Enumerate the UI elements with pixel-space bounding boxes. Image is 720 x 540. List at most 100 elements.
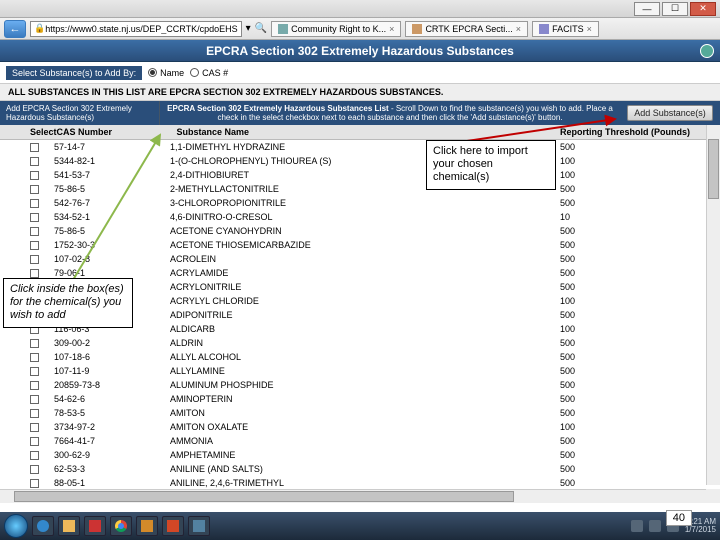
table-row: 7664-41-7AMMONIA500 [0,434,720,448]
cell-cas: 88-05-1 [50,478,170,488]
taskbar-explorer-icon[interactable] [58,516,80,536]
tab-close-icon[interactable]: × [587,24,592,34]
tab-label: Community Right to K... [291,24,386,34]
radio-cas[interactable] [190,68,199,77]
cell-substance-name: ACRYLYL CHLORIDE [170,296,560,306]
col-select: Select [0,127,57,137]
instruction-mid-bold: EPCRA Section 302 Extremely Hazardous Su… [167,104,389,113]
callout-import: Click here to import your chosen chemica… [426,140,556,190]
scrollbar-thumb[interactable] [14,491,514,502]
back-button[interactable]: ← [4,20,26,38]
cell-substance-name: 3-CHLOROPROPIONITRILE [170,198,560,208]
select-by-label: Select Substance(s) to Add By: [6,66,142,80]
cell-substance-name: ALLYLAMINE [170,366,560,376]
select-checkbox[interactable] [30,409,39,418]
window-close-button[interactable]: ✕ [690,2,716,16]
taskbar-ie-icon[interactable] [32,516,54,536]
radio-name[interactable] [148,68,157,77]
cell-reporting-threshold: 500 [560,240,720,250]
favicon-icon [539,24,549,34]
start-button[interactable] [4,514,28,538]
select-checkbox[interactable] [30,213,39,222]
tray-date: 1/7/2015 [685,526,716,534]
cell-reporting-threshold: 500 [560,254,720,264]
cell-reporting-threshold: 100 [560,422,720,432]
tab-close-icon[interactable]: × [516,24,521,34]
info-strip: ALL SUBSTANCES IN THIS LIST ARE EPCRA SE… [0,84,720,101]
cell-substance-name: ANILINE (AND SALTS) [170,464,560,474]
window-maximize-button[interactable]: ☐ [662,2,688,16]
cell-reporting-threshold: 500 [560,282,720,292]
scrollbar-corner [706,489,720,503]
window-minimize-button[interactable]: — [634,2,660,16]
cell-substance-name: 4,6-DINITRO-O-CRESOL [170,212,560,222]
select-checkbox[interactable] [30,465,39,474]
browser-tab-2[interactable]: CRTK EPCRA Secti... × [405,21,528,37]
select-checkbox[interactable] [30,199,39,208]
table-row: 62-53-3ANILINE (AND SALTS)500 [0,462,720,476]
select-checkbox[interactable] [30,269,39,278]
select-checkbox[interactable] [30,395,39,404]
taskbar-powerpoint-icon[interactable] [162,516,184,536]
taskbar-java-icon[interactable] [188,516,210,536]
select-checkbox[interactable] [30,241,39,250]
table-row: 300-62-9AMPHETAMINE500 [0,448,720,462]
select-checkbox[interactable] [30,255,39,264]
cell-reporting-threshold: 500 [560,310,720,320]
url-field[interactable]: 🔒 https://www0.state.nj.us/DEP_CCRTK/cpd… [30,21,242,37]
add-substances-button[interactable]: Add Substance(s) [627,105,713,121]
select-checkbox[interactable] [30,437,39,446]
cell-reporting-threshold: 500 [560,394,720,404]
cell-reporting-threshold: 100 [560,324,720,334]
page-title: EPCRA Section 302 Extremely Hazardous Su… [206,44,514,58]
tab-close-icon[interactable]: × [389,24,394,34]
cell-substance-name: ADIPONITRILE [170,310,560,320]
cell-reporting-threshold: 500 [560,436,720,446]
select-checkbox[interactable] [30,353,39,362]
address-bar-row: ← 🔒 https://www0.state.nj.us/DEP_CCRTK/c… [0,18,720,40]
cell-cas: 20859-73-8 [50,380,170,390]
cell-reporting-threshold: 500 [560,184,720,194]
select-checkbox[interactable] [30,451,39,460]
cell-substance-name: ANILINE, 2,4,6-TRIMETHYL [170,478,560,488]
table-row: 20859-73-8ALUMINUM PHOSPHIDE500 [0,378,720,392]
select-checkbox[interactable] [30,157,39,166]
select-checkbox[interactable] [30,423,39,432]
taskbar-app-icon[interactable] [84,516,106,536]
select-checkbox[interactable] [30,185,39,194]
taskbar-chrome-icon[interactable] [110,516,132,536]
select-checkbox[interactable] [30,367,39,376]
cell-cas: 62-53-3 [50,464,170,474]
select-checkbox[interactable] [30,479,39,488]
cell-substance-name: ACROLEIN [170,254,560,264]
select-checkbox[interactable] [30,381,39,390]
taskbar-outlook-icon[interactable] [136,516,158,536]
cell-substance-name: ALDRIN [170,338,560,348]
refresh-icon[interactable]: 🔍 [255,23,267,34]
cell-cas: 78-53-5 [50,408,170,418]
cell-reporting-threshold: 500 [560,450,720,460]
select-checkbox[interactable] [30,339,39,348]
table-row: 78-53-5AMITON500 [0,406,720,420]
cell-substance-name: AMINOPTERIN [170,394,560,404]
scrollbar-thumb[interactable] [708,139,719,199]
select-checkbox[interactable] [30,171,39,180]
vertical-scrollbar[interactable] [706,125,720,485]
lock-icon: 🔒 [34,23,45,34]
browser-tab-1[interactable]: Community Right to K... × [271,21,401,37]
cell-substance-name: ACRYLONITRILE [170,282,560,292]
slide-number: 40 [666,510,692,526]
help-icon[interactable] [700,44,714,58]
cell-reporting-threshold: 10 [560,212,720,222]
tab-label: FACITS [552,24,584,34]
radio-cas-group[interactable]: CAS # [190,68,228,78]
browser-tab-3[interactable]: FACITS × [532,21,599,37]
table-row: 88-05-1ANILINE, 2,4,6-TRIMETHYL500 [0,476,720,490]
tray-flag-icon[interactable] [631,520,643,532]
horizontal-scrollbar[interactable] [0,489,706,503]
select-checkbox[interactable] [30,143,39,152]
radio-name-group[interactable]: Name [148,68,184,78]
cert-dropdown-icon[interactable]: ▾ [246,23,251,34]
select-checkbox[interactable] [30,227,39,236]
tray-network-icon[interactable] [649,520,661,532]
